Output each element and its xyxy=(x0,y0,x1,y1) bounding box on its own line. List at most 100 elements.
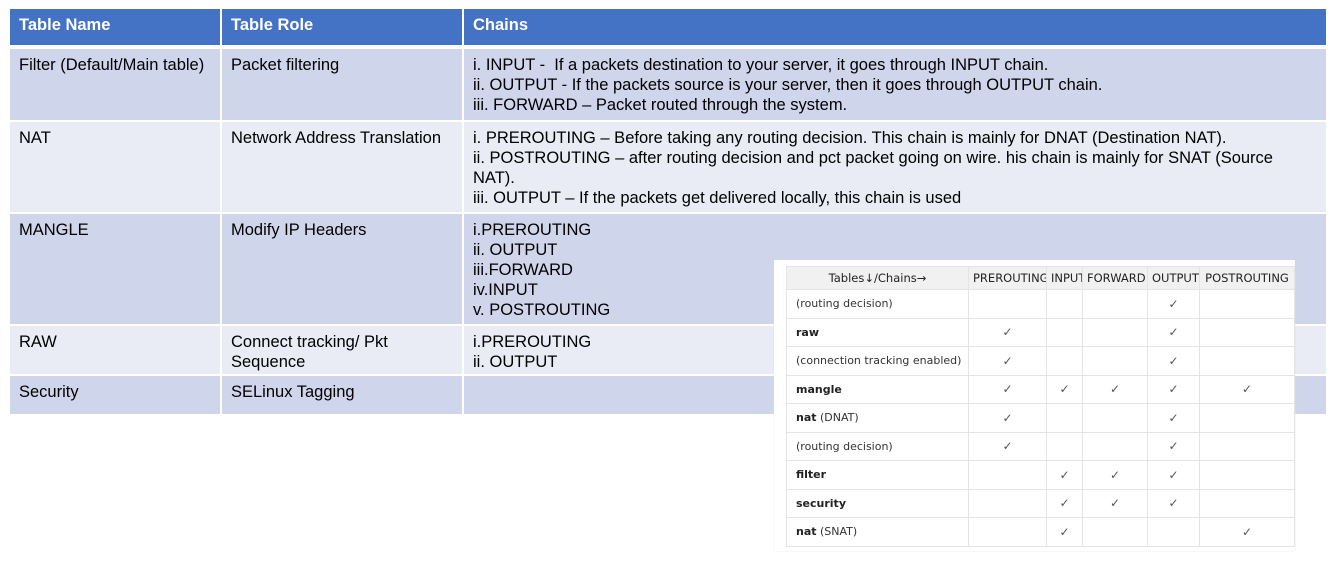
table-name-cell: Security xyxy=(8,374,222,416)
check-icon: ✓ xyxy=(1147,346,1200,376)
check-icon: ✓ xyxy=(1147,374,1200,404)
chain-line: iii. FORWARD – Packet routed through the… xyxy=(473,96,848,114)
check-icon: ✓ xyxy=(968,346,1047,376)
inset-table-name: raw xyxy=(796,325,820,339)
inset-row-note: (connection tracking enabled) xyxy=(796,354,962,368)
empty-cell xyxy=(1046,289,1083,319)
empty-cell xyxy=(1082,517,1148,547)
chain-line: i. PREROUTING – Before taking any routin… xyxy=(473,129,1227,147)
table-name-cell: NAT xyxy=(8,120,222,214)
check-icon: ✓ xyxy=(1147,289,1200,319)
empty-cell xyxy=(968,488,1047,518)
inset-row-label: (connection tracking enabled) xyxy=(786,346,969,376)
check-icon: ✓ xyxy=(1082,460,1148,490)
inset-column-header: POSTROUTING xyxy=(1199,266,1295,290)
inset-header-row: Tables↓/Chains→ PREROUTING INPUT FORWARD OU… xyxy=(786,266,1295,290)
empty-cell xyxy=(1199,488,1295,518)
table-name-cell: MANGLE xyxy=(8,212,222,326)
inset-row-label: mangle xyxy=(786,374,969,404)
inset-row: nat (SNAT) ✓ ✓ xyxy=(786,517,1295,547)
check-icon: ✓ xyxy=(1082,374,1148,404)
inset-row: mangle ✓ ✓ ✓ ✓ ✓ xyxy=(786,374,1295,404)
inset-row-label: raw xyxy=(786,317,969,347)
empty-cell xyxy=(1046,403,1083,433)
table-name-cell: RAW xyxy=(8,324,222,376)
inset-column-header: FORWARD xyxy=(1082,266,1148,290)
table-role-cell: Modify IP Headers xyxy=(220,212,464,326)
table-role-cell: SELinux Tagging xyxy=(220,374,464,416)
empty-cell xyxy=(1199,460,1295,490)
check-icon: ✓ xyxy=(968,374,1047,404)
check-icon: ✓ xyxy=(1199,517,1295,547)
table-row: NAT Network Address Translation i. PREROUT… xyxy=(8,120,1328,214)
check-icon: ✓ xyxy=(1147,403,1200,433)
empty-cell xyxy=(1082,289,1148,319)
chain-traversal-inset: Tables↓/Chains→ PREROUTING INPUT FORWARD OU… xyxy=(774,260,1295,551)
chain-line: iii. OUTPUT – If the packets get deliver… xyxy=(473,189,962,207)
check-icon: ✓ xyxy=(1199,374,1295,404)
empty-cell xyxy=(968,517,1047,547)
empty-cell xyxy=(1082,403,1148,433)
empty-cell xyxy=(968,460,1047,490)
check-icon: ✓ xyxy=(1046,517,1083,547)
inset-row: raw ✓ ✓ xyxy=(786,317,1295,347)
empty-cell xyxy=(1046,317,1083,347)
empty-cell xyxy=(1046,346,1083,376)
inset-row-label: nat (SNAT) xyxy=(786,517,969,547)
header-table-name: Table Name xyxy=(8,7,222,49)
inset-corner-label: Tables↓/Chains→ xyxy=(786,266,969,290)
check-icon: ✓ xyxy=(968,317,1047,347)
inset-row-note: (SNAT) xyxy=(816,525,858,539)
table-name-cell: Filter (Default/Main table) xyxy=(8,46,222,122)
inset-row-note: (routing decision) xyxy=(796,439,893,453)
inset-table-name: security xyxy=(796,496,846,510)
chain-line: ii. POSTROUTING – after routing decision… xyxy=(473,149,1278,187)
inset-column-header: OUTPUT xyxy=(1147,266,1200,290)
inset-row-note: (DNAT) xyxy=(816,411,859,425)
chain-line: ii. OUTPUT xyxy=(473,241,558,259)
inset-row: security ✓ ✓ ✓ xyxy=(786,488,1295,518)
chain-line: i. INPUT - If a packets destination to y… xyxy=(473,56,1049,74)
check-icon: ✓ xyxy=(1147,488,1200,518)
inset-row-label: (routing decision) xyxy=(786,431,969,461)
header-row: Table Name Table Role Chains xyxy=(8,7,1328,49)
inset-table-name: nat xyxy=(796,411,817,425)
inset-row-label: security xyxy=(786,488,969,518)
chains-cell: i. INPUT - If a packets destination to y… xyxy=(462,46,1328,122)
inset-row: (connection tracking enabled) ✓ ✓ xyxy=(786,346,1295,376)
empty-cell xyxy=(1082,317,1148,347)
inset-row: nat (DNAT) ✓ ✓ xyxy=(786,403,1295,433)
empty-cell xyxy=(1199,431,1295,461)
check-icon: ✓ xyxy=(1147,431,1200,461)
inset-row: (routing decision) ✓ xyxy=(786,289,1295,319)
inset-table-name: mangle xyxy=(796,382,842,396)
empty-cell xyxy=(968,289,1047,319)
table-role-cell: Packet filtering xyxy=(220,46,464,122)
inset-column-header: PREROUTING xyxy=(968,266,1047,290)
chains-cell: i. PREROUTING – Before taking any routin… xyxy=(462,120,1328,214)
empty-cell xyxy=(1199,346,1295,376)
check-icon: ✓ xyxy=(1147,460,1200,490)
check-icon: ✓ xyxy=(1147,317,1200,347)
inset-row-label: nat (DNAT) xyxy=(786,403,969,433)
empty-cell xyxy=(1147,517,1200,547)
inset-row: filter ✓ ✓ ✓ xyxy=(786,460,1295,490)
inset-row-note: (routing decision) xyxy=(796,297,893,311)
check-icon: ✓ xyxy=(1046,374,1083,404)
inset-row-label: (routing decision) xyxy=(786,289,969,319)
empty-cell xyxy=(1199,317,1295,347)
inset-table-name: filter xyxy=(796,468,827,482)
check-icon: ✓ xyxy=(1046,460,1083,490)
table-role-cell: Network Address Translation xyxy=(220,120,464,214)
inset-row-label: filter xyxy=(786,460,969,490)
check-icon: ✓ xyxy=(1046,488,1083,518)
empty-cell xyxy=(1199,289,1295,319)
empty-cell xyxy=(1046,431,1083,461)
chain-line: i.PREROUTING xyxy=(473,221,592,239)
empty-cell xyxy=(1082,346,1148,376)
chain-traversal-table: Tables↓/Chains→ PREROUTING INPUT FORWARD OU… xyxy=(786,266,1295,547)
empty-cell xyxy=(1199,403,1295,433)
inset-table-name: nat xyxy=(796,525,817,539)
inset-row: (routing decision) ✓ ✓ xyxy=(786,431,1295,461)
check-icon: ✓ xyxy=(968,431,1047,461)
